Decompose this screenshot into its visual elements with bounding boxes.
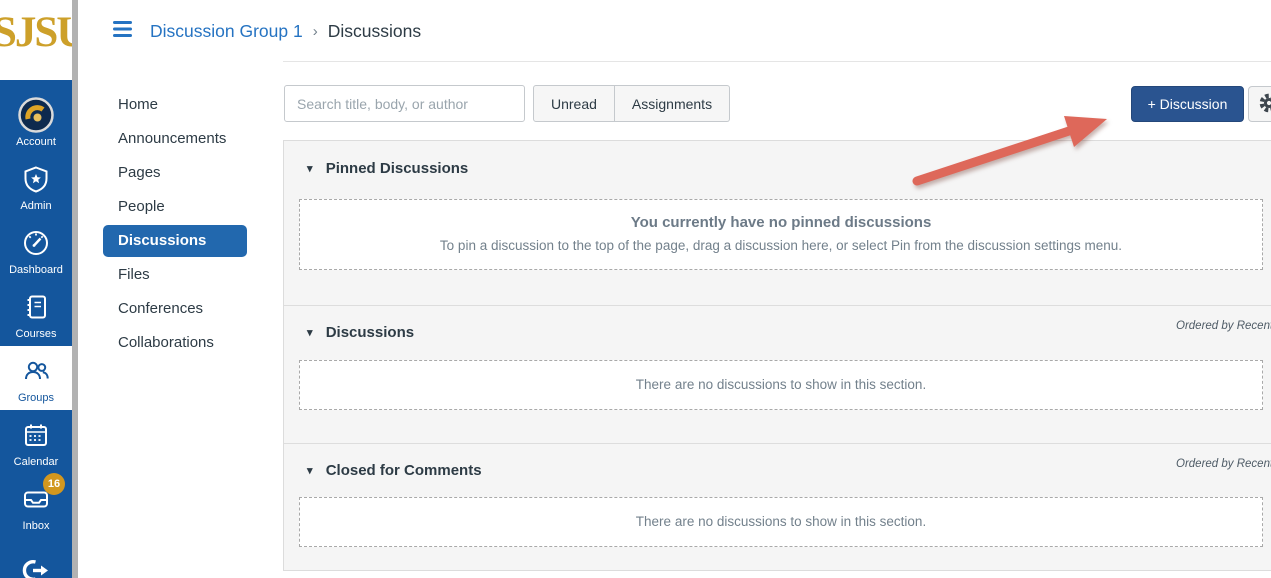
breadcrumb-separator: › (313, 23, 318, 40)
discussions-section-header[interactable]: ▾ Discussions (307, 324, 414, 341)
unread-filter-button[interactable]: Unread (533, 85, 615, 122)
global-nav-courses[interactable]: Courses (0, 282, 72, 346)
global-nav-calendar[interactable]: Calendar (0, 410, 72, 474)
discussions-empty-box: There are no discussions to show in this… (299, 360, 1263, 410)
caret-down-icon: ▾ (307, 465, 313, 477)
pinned-discussions-section-header[interactable]: ▾ Pinned Discussions (307, 160, 468, 177)
header-divider (283, 61, 1271, 62)
pinned-empty-title: You currently have no pinned discussions (300, 214, 1262, 231)
section-divider (284, 443, 1271, 444)
global-nav: Account Admin Dashboard (0, 80, 72, 578)
add-discussion-button[interactable]: + Discussion (1131, 86, 1244, 122)
closed-empty-text: There are no discussions to show in this… (300, 498, 1262, 546)
global-nav-admin[interactable]: Admin (0, 154, 72, 218)
pinned-empty-subtitle: To pin a discussion to the top of the pa… (300, 238, 1262, 253)
discussions-ordered-by-label: Ordered by Recent Activity (1176, 320, 1271, 332)
section-divider (284, 305, 1271, 306)
global-nav-account[interactable]: Account (0, 90, 72, 154)
breadcrumb: Discussion Group 1 › Discussions (150, 16, 421, 46)
groups-people-icon (21, 352, 51, 390)
discussions-empty-text: There are no discussions to show in this… (300, 361, 1262, 409)
caret-down-icon: ▾ (307, 163, 313, 175)
global-nav-inbox[interactable]: 16 Inbox (0, 474, 72, 538)
breadcrumb-current: Discussions (328, 21, 421, 42)
calendar-icon (21, 416, 51, 454)
global-nav-groups[interactable]: Groups (0, 346, 72, 410)
global-nav-label: Inbox (23, 520, 50, 532)
section-title: Pinned Discussions (326, 160, 469, 177)
search-input[interactable] (284, 85, 525, 122)
course-nav-announcements[interactable]: Announcements (95, 122, 283, 156)
course-nav-home[interactable]: Home (95, 88, 283, 122)
global-nav-label: Dashboard (9, 264, 63, 276)
dashboard-gauge-icon (21, 224, 51, 262)
filter-button-group: Unread Assignments (533, 85, 730, 122)
course-nav-collaborations[interactable]: Collaborations (95, 326, 283, 360)
course-nav-people[interactable]: People (95, 190, 283, 224)
course-nav-discussions[interactable]: Discussions (103, 225, 247, 257)
discussion-settings-button[interactable] (1248, 86, 1271, 122)
canvas-discussions-page: SJSU Account Admin (0, 0, 1271, 578)
discussions-panel: ▾ Pinned Discussions You currently have … (283, 140, 1271, 571)
shield-star-icon (21, 160, 51, 198)
global-nav-label: Account (16, 136, 56, 148)
course-nav-files[interactable]: Files (95, 258, 283, 292)
global-nav-label: Groups (18, 392, 54, 404)
closed-for-comments-section-header[interactable]: ▾ Closed for Comments (307, 462, 482, 479)
inbox-tray-icon: 16 (21, 480, 51, 518)
account-avatar-icon (17, 96, 55, 134)
global-nav-exit[interactable] (0, 538, 72, 578)
closed-ordered-by-label: Ordered by Recent Activity (1176, 458, 1271, 470)
course-nav: Home Announcements Pages People Discussi… (95, 88, 283, 360)
section-title: Discussions (326, 324, 414, 341)
gear-icon (1258, 92, 1271, 117)
global-nav-label: Courses (16, 328, 57, 340)
sjsu-logo-text: SJSU (0, 8, 72, 57)
course-nav-toggle-hamburger-icon[interactable] (113, 21, 132, 37)
exit-arrow-icon (21, 551, 51, 578)
global-nav-dashboard[interactable]: Dashboard (0, 218, 72, 282)
global-nav-label: Calendar (14, 456, 59, 468)
sjsu-logo[interactable]: SJSU (0, 0, 72, 80)
global-nav-label: Admin (20, 200, 51, 212)
course-nav-conferences[interactable]: Conferences (95, 292, 283, 326)
pinned-empty-dropzone: You currently have no pinned discussions… (299, 199, 1263, 270)
inbox-unread-badge: 16 (43, 473, 65, 495)
book-icon (21, 288, 51, 326)
breadcrumb-group-link[interactable]: Discussion Group 1 (150, 21, 303, 42)
closed-empty-box: There are no discussions to show in this… (299, 497, 1263, 547)
caret-down-icon: ▾ (307, 327, 313, 339)
nav-divider (72, 0, 78, 578)
section-title: Closed for Comments (326, 462, 482, 479)
course-nav-pages[interactable]: Pages (95, 156, 283, 190)
assignments-filter-button[interactable]: Assignments (615, 85, 730, 122)
